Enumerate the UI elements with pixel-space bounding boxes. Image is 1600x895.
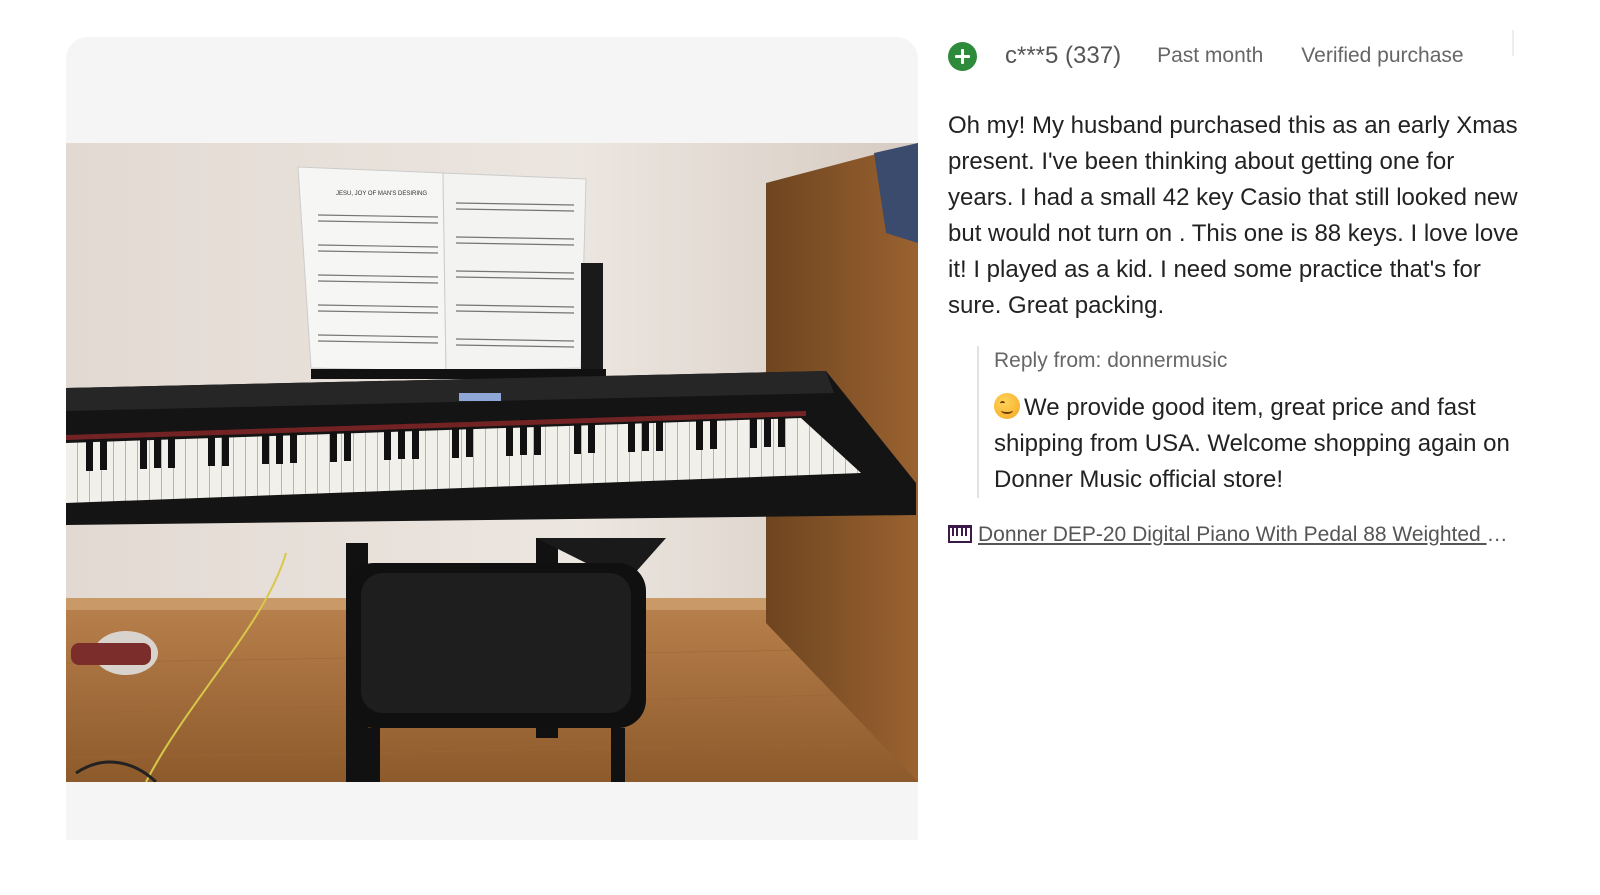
reply-from-label: Reply from: donnermusic	[994, 349, 1228, 372]
sheet-music-title: JESU, JOY OF MAN'S DESIRING	[336, 191, 427, 197]
plus-avatar-icon[interactable]	[948, 41, 977, 71]
reviewer-name[interactable]: c***5 (337)	[1005, 42, 1121, 70]
seller-reply: Reply from: donnermusic We provide good …	[977, 346, 1514, 498]
reply-text: We provide good item, great price and fa…	[994, 394, 1510, 493]
review-text: Oh my! My husband purchased this as an e…	[948, 112, 1519, 319]
verified-purchase-badge: Verified purchase	[1301, 44, 1464, 67]
product-link[interactable]: Donner DEP-20 Digital Piano With Pedal 8…	[948, 520, 1514, 550]
review-photo[interactable]: JESU, JOY OF MAN'S DESIRING	[66, 143, 918, 782]
review-panel: c***5 (337) Past month Verified purchase…	[948, 36, 1528, 550]
review-meta: c***5 (337) Past month Verified purchase	[948, 36, 1528, 76]
reply-body: We provide good item, great price and fa…	[994, 390, 1514, 498]
piano-icon	[948, 525, 972, 543]
review-date: Past month	[1157, 44, 1264, 67]
review-photo-frame[interactable]: JESU, JOY OF MAN'S DESIRING	[66, 37, 918, 840]
smile-emoji-icon	[994, 393, 1020, 419]
product-link-text[interactable]: Donner DEP-20 Digital Piano With Pedal 8…	[978, 523, 1514, 546]
